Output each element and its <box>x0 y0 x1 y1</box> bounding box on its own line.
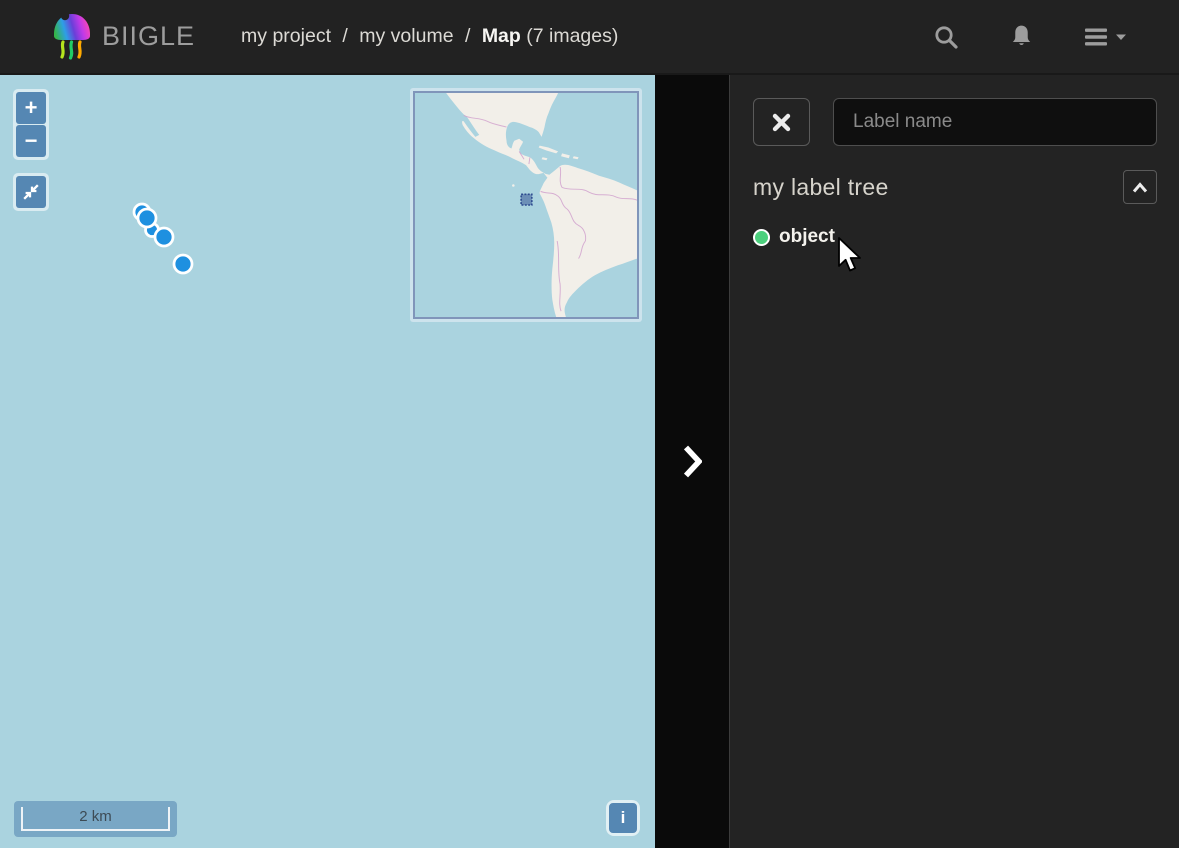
chevron-right-icon <box>683 445 702 478</box>
image-count: (7 images) <box>526 25 619 47</box>
image-marker[interactable] <box>172 253 194 275</box>
breadcrumb-separator: / <box>342 25 348 47</box>
fit-extent-control <box>13 173 49 211</box>
biigle-jellyfish-logo-icon <box>52 13 92 60</box>
breadcrumb-current-page: Map <box>481 25 521 47</box>
label-filter-input[interactable] <box>833 98 1157 146</box>
map-canvas[interactable]: + − 2 km i <box>0 75 655 848</box>
sidebar-toolbar <box>753 98 1157 146</box>
collapse-tree-button[interactable] <box>1123 170 1157 204</box>
breadcrumb-volume-link[interactable]: my volume <box>359 25 453 47</box>
search-button[interactable] <box>929 20 963 54</box>
overview-map[interactable] <box>410 88 642 322</box>
overview-map-inner <box>413 91 639 319</box>
open-sidebar-button[interactable] <box>673 435 712 488</box>
chevron-up-icon <box>1131 181 1149 194</box>
compress-arrows-icon <box>21 182 41 202</box>
overview-extent-box[interactable] <box>520 193 533 206</box>
bell-icon <box>1009 23 1034 50</box>
scale-line: 2 km <box>14 801 177 837</box>
label-tree-title: my label tree <box>753 173 889 200</box>
breadcrumb: my project / my volume / Map (7 images) <box>241 25 618 48</box>
attribution-control: i <box>606 800 640 836</box>
scale-line-label: 2 km <box>21 807 170 831</box>
overview-landmass <box>446 93 637 317</box>
clear-label-button[interactable] <box>753 98 810 146</box>
label-list: object <box>753 226 1157 248</box>
search-icon <box>933 24 959 50</box>
brand-link[interactable]: BIIGLE <box>52 13 195 60</box>
navbar: BIIGLE my project / my volume / Map (7 i… <box>0 0 1179 75</box>
main-menu-button[interactable] <box>1080 23 1131 51</box>
close-icon <box>771 112 792 133</box>
breadcrumb-separator: / <box>464 25 471 47</box>
zoom-control: + − <box>13 89 49 160</box>
menu-bars-icon <box>1084 27 1108 47</box>
navbar-actions <box>929 19 1131 54</box>
notifications-button[interactable] <box>1005 19 1038 54</box>
label-item-object[interactable]: object <box>753 226 835 248</box>
label-color-dot <box>753 228 770 246</box>
label-trees-sidebar: my label tree object <box>729 75 1179 848</box>
zoom-in-button[interactable]: + <box>16 92 46 124</box>
image-marker[interactable] <box>153 226 175 248</box>
caret-down-icon <box>1115 33 1127 41</box>
zoom-out-button[interactable]: − <box>16 125 46 157</box>
label-name: object <box>779 226 835 247</box>
image-marker[interactable] <box>136 207 158 229</box>
sidebar-divider <box>655 75 729 848</box>
attribution-button[interactable]: i <box>609 803 637 833</box>
fit-extent-button[interactable] <box>16 176 46 208</box>
breadcrumb-project-link[interactable]: my project <box>241 25 331 47</box>
label-tree-header: my label tree <box>753 170 1157 204</box>
brand-text: BIIGLE <box>102 21 196 51</box>
